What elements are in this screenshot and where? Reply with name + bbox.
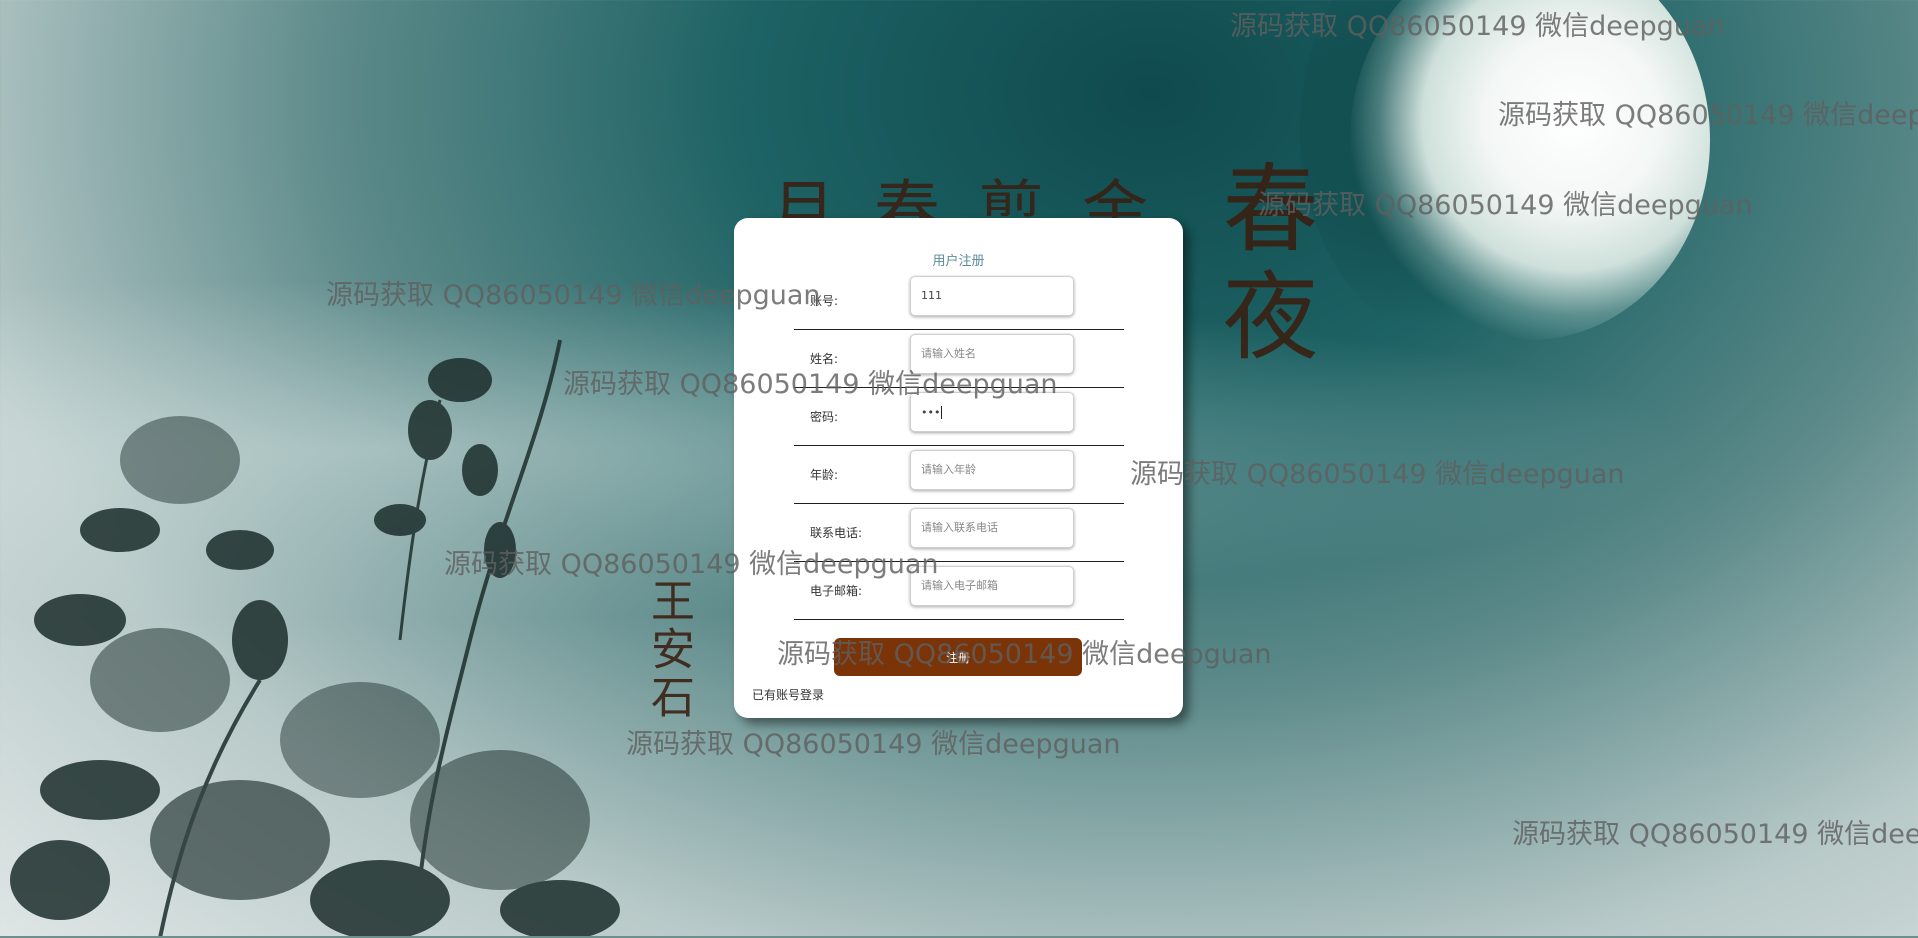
age-input[interactable] bbox=[910, 450, 1074, 490]
field-row-account: 账号: bbox=[794, 272, 1124, 330]
age-label: 年龄: bbox=[810, 468, 839, 482]
field-row-age: 年龄: bbox=[794, 446, 1124, 504]
ink-flower-painting bbox=[10, 339, 620, 938]
phone-label: 联系电话: bbox=[810, 526, 863, 540]
field-row-email: 电子邮箱: bbox=[794, 562, 1124, 620]
password-label: 密码: bbox=[810, 410, 839, 424]
field-row-name: 姓名: bbox=[794, 330, 1124, 388]
login-link[interactable]: 已有账号登录 bbox=[752, 686, 824, 703]
form-title: 用户注册 bbox=[932, 254, 985, 269]
poem-large-title: 春夜 bbox=[1206, 158, 1318, 374]
poem-author: 王安石 bbox=[643, 578, 694, 722]
text-caret bbox=[941, 406, 943, 419]
password-mask: ••• bbox=[921, 406, 941, 419]
name-input[interactable] bbox=[910, 334, 1074, 374]
email-input[interactable] bbox=[910, 566, 1074, 606]
phone-input[interactable] bbox=[910, 508, 1074, 548]
email-label: 电子邮箱: bbox=[810, 584, 863, 598]
register-form: 用户注册 账号: 姓名: 密码: ••• 年龄: 联系电话: 电子邮箱: 注册 … bbox=[734, 218, 1183, 718]
field-row-phone: 联系电话: bbox=[794, 504, 1124, 562]
account-input[interactable] bbox=[910, 276, 1074, 316]
register-button[interactable]: 注册 bbox=[834, 638, 1082, 676]
password-input[interactable]: ••• bbox=[910, 392, 1074, 432]
name-label: 姓名: bbox=[810, 352, 839, 366]
field-row-password: 密码: ••• bbox=[794, 388, 1124, 446]
account-label: 账号: bbox=[810, 294, 839, 308]
